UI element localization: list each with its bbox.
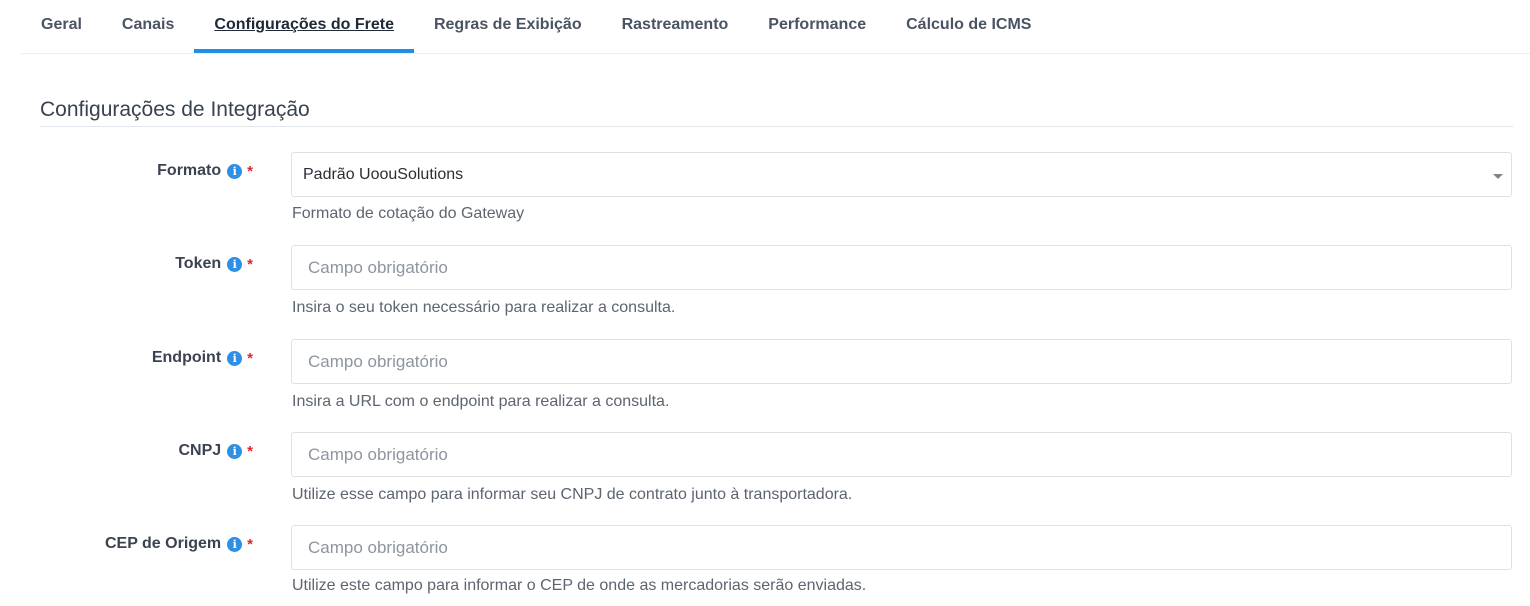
- cep-origem-help-text: Utilize este campo para informar o CEP d…: [292, 577, 867, 594]
- endpoint-input[interactable]: [292, 340, 1511, 383]
- info-icon[interactable]: i: [227, 536, 243, 552]
- info-icon[interactable]: i: [227, 256, 243, 272]
- token-input[interactable]: [292, 246, 1511, 289]
- required-asterisk: *: [247, 349, 253, 367]
- token-label: Token: [175, 255, 222, 272]
- cnpj-help-text: Utilize esse campo para informar seu CNP…: [292, 486, 853, 503]
- tab-geral[interactable]: Geral: [21, 0, 102, 53]
- info-icon[interactable]: i: [227, 443, 243, 459]
- endpoint-label: Endpoint: [151, 349, 222, 366]
- endpoint-field[interactable]: [291, 339, 1512, 384]
- tab-configuracoes-do-frete[interactable]: Configurações do Frete: [194, 0, 414, 53]
- cep-origem-label: CEP de Origem: [104, 535, 222, 552]
- info-icon[interactable]: i: [227, 163, 243, 179]
- formato-help-text: Formato de cotação do Gateway: [292, 205, 525, 222]
- tab-bar: Geral Canais Configurações do Frete Regr…: [21, 0, 1530, 54]
- tab-performance[interactable]: Performance: [748, 0, 886, 53]
- tab-calculo-de-icms[interactable]: Cálculo de ICMS: [886, 0, 1051, 53]
- required-asterisk: *: [247, 535, 253, 553]
- required-asterisk: *: [247, 255, 253, 273]
- formato-select[interactable]: Padrão UoouSolutions: [291, 152, 1512, 197]
- cnpj-input[interactable]: [292, 433, 1511, 476]
- tab-regras-de-exibicao[interactable]: Regras de Exibição: [414, 0, 602, 53]
- required-asterisk: *: [247, 442, 253, 460]
- required-asterisk: *: [247, 162, 253, 180]
- token-help-text: Insira o seu token necessário para reali…: [292, 299, 676, 316]
- tab-canais[interactable]: Canais: [102, 0, 194, 53]
- section-title: Configurações de Integração: [40, 98, 310, 121]
- formato-label: Formato: [157, 162, 222, 179]
- cnpj-field[interactable]: [291, 432, 1512, 477]
- formato-selected-value: Padrão UoouSolutions: [303, 166, 464, 183]
- caret-down-icon: [1493, 174, 1503, 179]
- token-field[interactable]: [291, 245, 1512, 290]
- section-divider: [40, 126, 1513, 127]
- endpoint-help-text: Insira a URL com o endpoint para realiza…: [292, 393, 670, 410]
- tab-rastreamento[interactable]: Rastreamento: [602, 0, 749, 53]
- info-icon[interactable]: i: [227, 350, 243, 366]
- cep-origem-input[interactable]: [292, 526, 1511, 569]
- cep-origem-field[interactable]: [291, 525, 1512, 570]
- cnpj-label: CNPJ: [178, 442, 222, 459]
